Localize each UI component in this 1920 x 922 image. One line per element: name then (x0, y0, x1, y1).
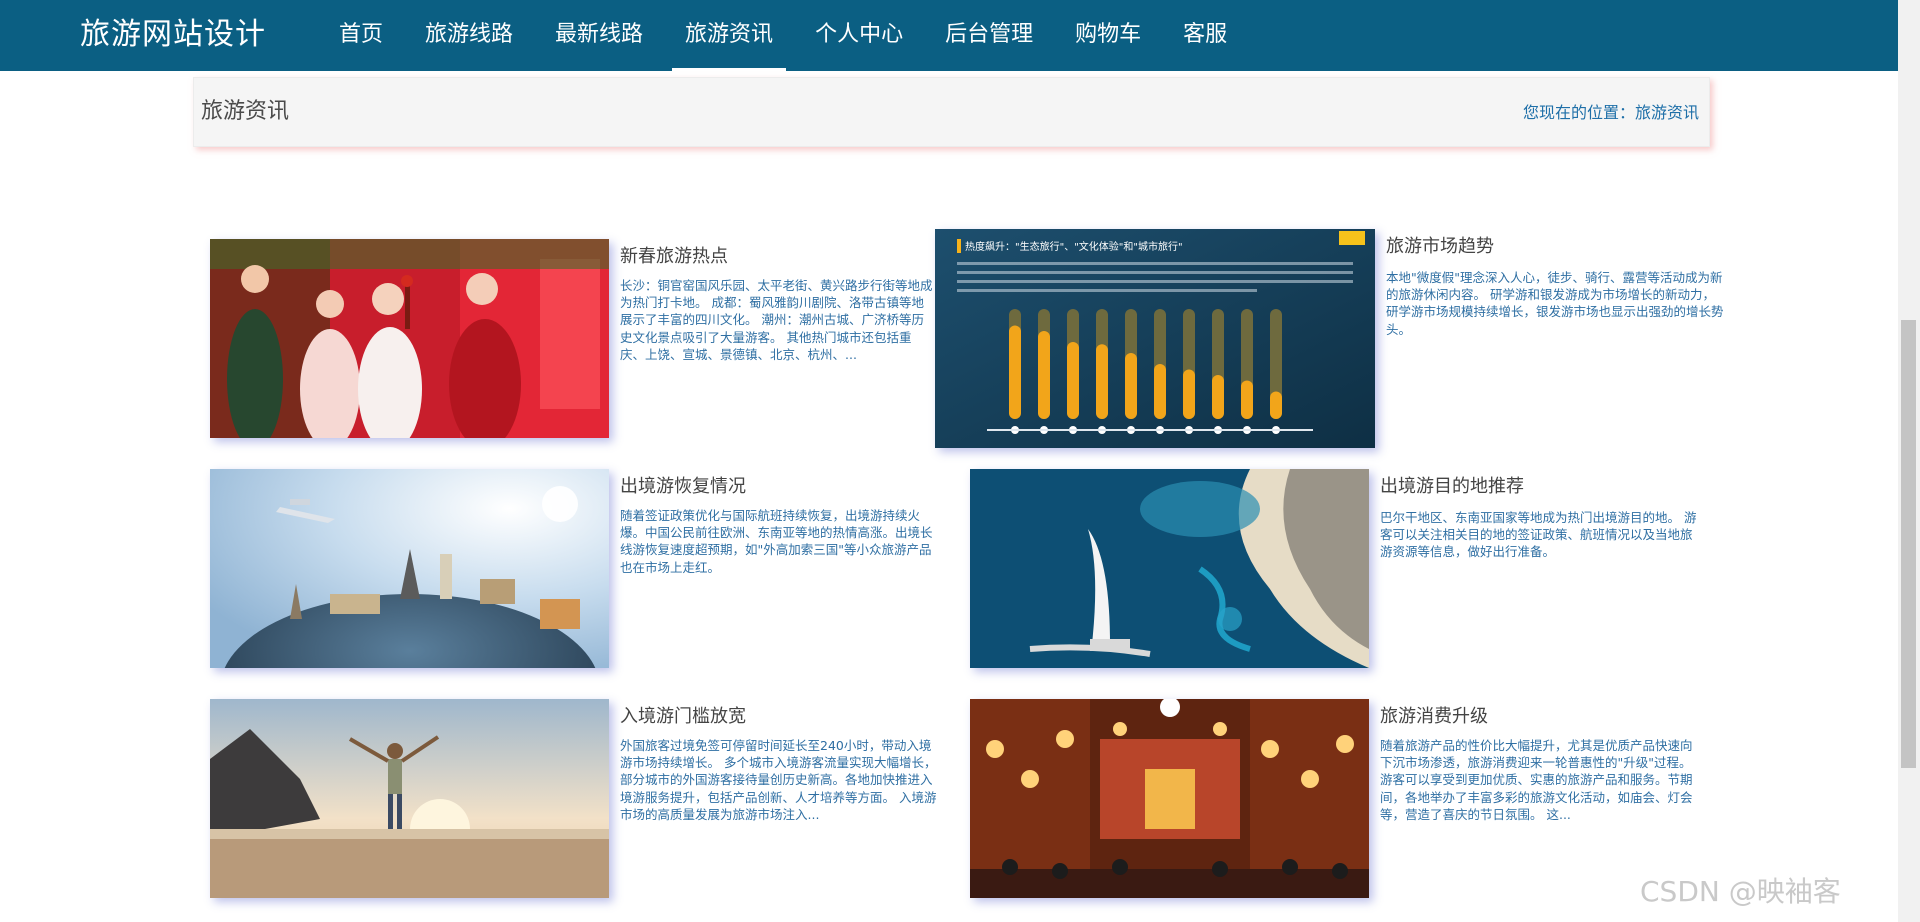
news-card-inbound[interactable]: 入境游门槛放宽 外国旅客过境免签可停留时间延长至240小时，带动入境游市场持续增… (210, 699, 940, 899)
trend-infographic: 热度飙升："生态旅行"、"文化体验"和"城市旅行" (935, 229, 1375, 448)
infographic-bar (1096, 344, 1108, 419)
news-summary: 长沙：铜官窑国风乐园、太平老街、黄兴路步行街等地成为热门打卡地。 成都：蜀风雅韵… (620, 278, 933, 362)
site-brand[interactable]: 旅游网站设计 (80, 14, 266, 56)
main-nav: 首页 旅游线路 最新线路 旅游资讯 个人中心 后台管理 购物车 客服 (318, 0, 1248, 71)
page-title: 旅游资讯 (201, 99, 290, 124)
news-summary: 本地"微度假"理念深入人心，徒步、骑行、露营等活动成为新的旅游休闲内容。 研学游… (1386, 270, 1724, 337)
infographic-bar (1125, 353, 1137, 419)
news-card-consumption[interactable]: 旅游消费升级 随着旅游产品的性价比大幅提升，尤其是优质产品快速向下沉市场渗透，旅… (970, 699, 1700, 899)
nav-item-latest-routes[interactable]: 最新线路 (534, 0, 664, 71)
news-card-outbound-destinations[interactable]: 出境游目的地推荐 巴尔干地区、东南亚国家等地成为热门出境游目的地。 游客可以关注… (970, 469, 1700, 669)
news-card-spring-festival[interactable]: 新春旅游热点 长沙：铜官窑国风乐园、太平老街、黄兴路步行街等地成为热门打卡地。 … (210, 239, 940, 439)
infographic-bar (1212, 375, 1224, 419)
beach-traveler-photo (210, 699, 609, 898)
news-summary: 巴尔干地区、东南亚国家等地成为热门出境游目的地。 游客可以关注相关目的地的签证政… (1380, 510, 1697, 560)
infographic-bar (1009, 325, 1021, 419)
infographic-bar (1154, 364, 1166, 419)
news-summary: 外国旅客过境免签可停留时间延长至240小时，带动入境游市场持续增长。 多个城市入… (620, 738, 937, 822)
news-title[interactable]: 出境游目的地推荐 (1380, 475, 1524, 499)
nav-item-user-center[interactable]: 个人中心 (794, 0, 924, 71)
breadcrumb-location: 您现在的位置：旅游资讯 (1523, 103, 1699, 123)
news-title[interactable]: 入境游门槛放宽 (620, 705, 746, 729)
nav-item-routes[interactable]: 旅游线路 (404, 0, 534, 71)
breadcrumb-current[interactable]: 旅游资讯 (1635, 103, 1699, 122)
news-summary: 随着签证政策优化与国际航班持续恢复，出境游持续火爆。中国公民前往欧洲、东南亚等地… (620, 508, 933, 575)
news-title[interactable]: 旅游市场趋势 (1386, 235, 1494, 259)
csdn-watermark: CSDN @映袖客 (1640, 875, 1841, 908)
infographic-bar (1183, 369, 1195, 419)
news-image-consumption[interactable] (970, 699, 1369, 898)
nav-item-admin[interactable]: 后台管理 (924, 0, 1054, 71)
nav-item-customer-service[interactable]: 客服 (1162, 0, 1248, 71)
news-image-spring-festival[interactable] (210, 239, 609, 438)
lantern-street-photo (970, 699, 1369, 898)
page: 旅游网站设计 首页 旅游线路 最新线路 旅游资讯 个人中心 后台管理 购物车 客… (0, 0, 1920, 922)
news-title[interactable]: 新春旅游热点 (620, 245, 728, 269)
nav-item-cart[interactable]: 购物车 (1054, 0, 1162, 71)
news-summary: 随着旅游产品的性价比大幅提升，尤其是优质产品快速向下沉市场渗透，旅游消费迎来一轮… (1380, 738, 1693, 822)
news-title[interactable]: 出境游恢复情况 (620, 475, 746, 499)
landmarks-globe-photo (210, 469, 609, 668)
hanfu-crowd-photo (210, 239, 609, 438)
infographic-bar (1038, 331, 1050, 419)
infographic-bar (1067, 342, 1079, 419)
news-title[interactable]: 旅游消费升级 (1380, 705, 1488, 729)
news-card-market-trend[interactable]: 热度飙升："生态旅行"、"文化体验"和"城市旅行" 旅游市场趋势 本地"微度假"… (935, 229, 1725, 449)
dubai-aerial-photo (970, 469, 1369, 668)
news-image-outbound-destinations[interactable] (970, 469, 1369, 668)
news-image-market-trend[interactable]: 热度飙升："生态旅行"、"文化体验"和"城市旅行" (935, 229, 1375, 448)
news-card-outbound-recovery[interactable]: 出境游恢复情况 随着签证政策优化与国际航班持续恢复，出境游持续火爆。中国公民前往… (210, 469, 940, 669)
nav-item-home[interactable]: 首页 (318, 0, 404, 71)
page-scrollbar-thumb[interactable] (1901, 320, 1916, 768)
infographic-bar (1270, 391, 1282, 419)
news-image-outbound-recovery[interactable] (210, 469, 609, 668)
top-navbar: 旅游网站设计 首页 旅游线路 最新线路 旅游资讯 个人中心 后台管理 购物车 客… (0, 0, 1898, 71)
infographic-bar (1241, 380, 1253, 419)
breadcrumb-prefix: 您现在的位置： (1522, 103, 1635, 122)
nav-item-travel-news[interactable]: 旅游资讯 (664, 0, 794, 71)
breadcrumb: 旅游资讯 您现在的位置：旅游资讯 (193, 77, 1710, 147)
news-image-inbound[interactable] (210, 699, 609, 898)
infographic-heading: 热度飙升："生态旅行"、"文化体验"和"城市旅行" (965, 240, 1183, 253)
